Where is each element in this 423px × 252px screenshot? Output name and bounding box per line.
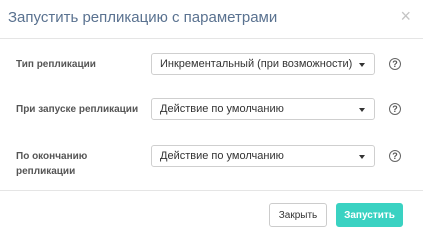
dialog-title: Запустить репликацию с параметрами xyxy=(8,9,278,26)
dialog-footer: Закрыть Запустить xyxy=(0,190,423,252)
field-on-start: При запуске репликации Действие по умолч… xyxy=(0,97,423,121)
field-replication-type: Тип репликации Инкрементальный (при возм… xyxy=(0,52,423,76)
help-circle-icon[interactable]: ? xyxy=(389,150,401,162)
select-value: Действие по умолчанию xyxy=(160,150,284,162)
replication-dialog: Запустить репликацию с параметрами × Тип… xyxy=(0,0,423,251)
chevron-down-icon xyxy=(359,108,365,112)
select-value: Действие по умолчанию xyxy=(160,103,284,115)
close-button[interactable]: Закрыть xyxy=(269,203,327,227)
chevron-down-icon xyxy=(359,155,365,159)
chevron-down-icon xyxy=(359,63,365,67)
select-value: Инкрементальный (при возможности) xyxy=(160,58,353,70)
field-label: По окончанию репликации xyxy=(16,151,88,177)
on-finish-select[interactable]: Действие по умолчанию xyxy=(151,145,375,167)
field-label: Тип репликации xyxy=(16,59,96,70)
dialog-header: Запустить репликацию с параметрами × xyxy=(0,0,423,39)
run-button[interactable]: Запустить xyxy=(336,203,403,227)
help-circle-icon[interactable]: ? xyxy=(389,58,401,70)
field-label: При запуске репликации xyxy=(16,104,139,115)
on-start-select[interactable]: Действие по умолчанию xyxy=(151,98,375,120)
replication-type-select[interactable]: Инкрементальный (при возможности) xyxy=(151,53,375,75)
field-on-finish: По окончанию репликации Действие по умол… xyxy=(0,145,423,179)
help-circle-icon[interactable]: ? xyxy=(389,103,401,115)
close-icon[interactable]: × xyxy=(400,6,411,26)
